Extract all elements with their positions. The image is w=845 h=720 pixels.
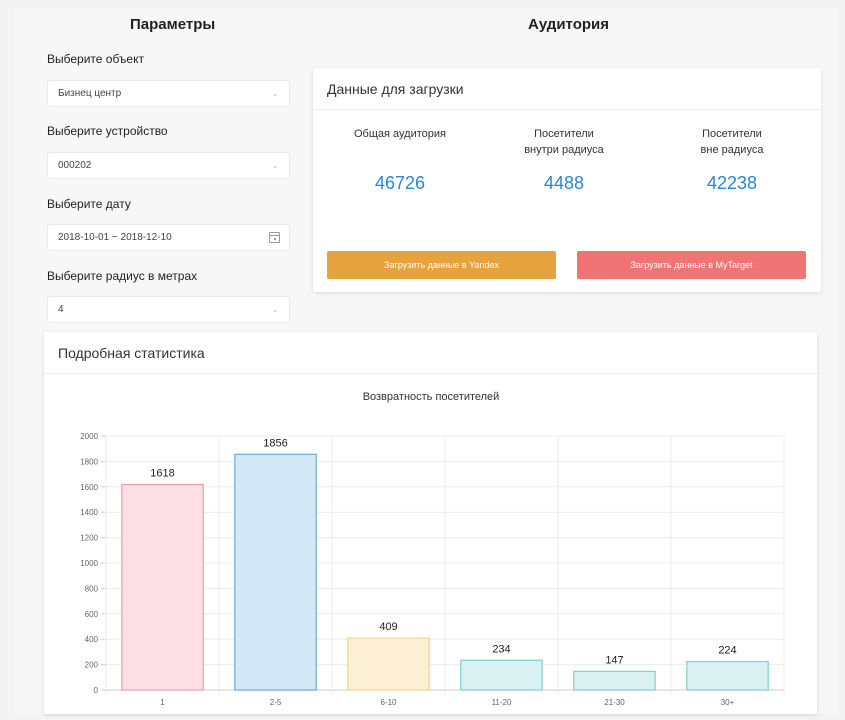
inside-radius-value: 4488 (543, 173, 585, 193)
device-label: Выберите устройство (47, 124, 168, 138)
x-tick-label: 21-30 (604, 698, 625, 707)
upload-yandex-button[interactable]: Загрузить данные в Yandex (327, 251, 556, 279)
inside-radius-label: Посетители внутри радиуса (524, 128, 604, 156)
bar-value-label: 234 (492, 643, 510, 655)
y-tick-label: 400 (85, 635, 99, 644)
device-select-value: 000202 (58, 160, 92, 171)
outside-radius-value: 42238 (706, 173, 758, 193)
bar (460, 659, 543, 691)
total-audience-value: 46726 (374, 173, 426, 193)
y-tick-label: 1800 (80, 457, 98, 466)
calendar-icon (269, 232, 280, 243)
date-range-value: 2018-10-01 ~ 2018-12-10 (58, 232, 172, 243)
y-tick-label: 1600 (80, 483, 98, 492)
y-tick-label: 1400 (80, 508, 98, 517)
x-tick-label: 2-5 (270, 698, 282, 707)
bar-value-label: 224 (718, 645, 736, 657)
bar (234, 453, 317, 691)
x-tick-label: 11-20 (492, 698, 512, 707)
detailed-stats-card: Подробная статистика Возвратность посети… (44, 332, 817, 714)
bar (347, 637, 430, 691)
y-tick-label: 1000 (80, 559, 98, 568)
chart-title: Возвратность посетителей (363, 391, 500, 403)
y-tick-label: 200 (85, 661, 99, 670)
bar-value-label: 1856 (263, 437, 287, 449)
chevron-down-icon: ⌄ (271, 304, 279, 314)
params-title: Параметры (130, 16, 216, 33)
chevron-down-icon: ⌄ (271, 88, 279, 98)
bar (121, 483, 204, 691)
bar-value-label: 1618 (150, 468, 174, 480)
detailed-stats-header: Подробная статистика (44, 332, 817, 374)
object-label: Выберите объект (47, 52, 144, 66)
radius-label: Выберите радиус в метрах (47, 269, 198, 283)
total-audience-label: Общая аудитория (354, 128, 446, 140)
x-tick-label: 30+ (721, 698, 735, 707)
outside-radius-label: Посетители вне радиуса (700, 128, 764, 156)
device-select[interactable]: 000202 ⌄ (47, 152, 290, 179)
x-tick-label: 6-10 (380, 698, 397, 707)
radius-select-value: 4 (58, 304, 64, 315)
bar (573, 670, 656, 691)
radius-select[interactable]: 4 ⌄ (47, 296, 290, 323)
bar (686, 660, 769, 691)
bar-value-label: 409 (379, 621, 397, 633)
bar-value-label: 147 (605, 654, 623, 666)
x-tick-label: 1 (160, 698, 165, 707)
object-select-value: Бизнец центр (58, 88, 122, 99)
upload-data-card: Данные для загрузки Общая аудитория 4672… (313, 68, 821, 292)
y-tick-label: 2000 (80, 432, 98, 441)
date-label: Выберите дату (47, 197, 131, 211)
object-select[interactable]: Бизнец центр ⌄ (47, 80, 290, 107)
upload-card-header: Данные для загрузки (313, 68, 821, 110)
y-tick-label: 0 (94, 686, 99, 695)
chevron-down-icon: ⌄ (271, 160, 279, 170)
upload-mytarget-button[interactable]: Загрузить данные в MyTarget (577, 251, 806, 279)
y-tick-label: 1200 (80, 534, 98, 543)
date-range-picker[interactable]: 2018-10-01 ~ 2018-12-10 (47, 224, 290, 251)
y-tick-label: 600 (85, 610, 99, 619)
return-rate-chart: Возвратность посетителей 0 200 400 600 800 10… (80, 391, 785, 707)
y-tick-label: 800 (85, 584, 99, 593)
audience-title: Аудитория (528, 16, 609, 33)
